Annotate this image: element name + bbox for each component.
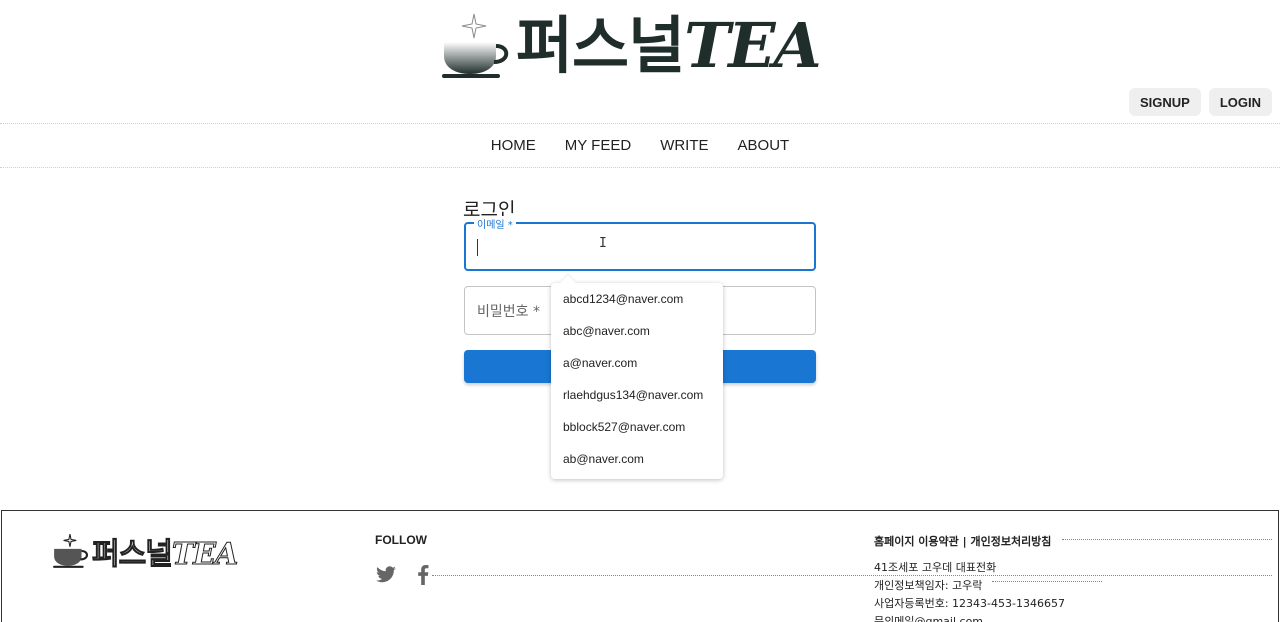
- autocomplete-option[interactable]: ab@naver.com: [551, 443, 723, 475]
- facebook-icon[interactable]: [417, 565, 429, 585]
- autocomplete-option[interactable]: a@naver.com: [551, 347, 723, 379]
- autocomplete-option[interactable]: abcd1234@naver.com: [551, 283, 723, 315]
- footer-divider: [992, 581, 1102, 582]
- logo-latin: TEA: [684, 9, 821, 82]
- site-logo[interactable]: 퍼스널TEA: [440, 10, 822, 82]
- text-caret: [477, 239, 478, 256]
- teacup-icon: [442, 13, 509, 78]
- nav-my-feed[interactable]: MY FEED: [565, 137, 631, 154]
- footer-logo-latin: TEA: [171, 537, 238, 573]
- logo-wordmark: 퍼스널TEA: [516, 15, 822, 77]
- company-info-line: 개인정보책임자: 고우락: [874, 579, 983, 592]
- main-nav: HOME MY FEED WRITE ABOUT: [0, 123, 1280, 168]
- password-placeholder: 비밀번호 *: [477, 304, 540, 320]
- footer-logo[interactable]: 퍼스널TEA: [52, 529, 239, 573]
- login-button[interactable]: LOGIN: [1208, 88, 1272, 116]
- nav-write[interactable]: WRITE: [660, 137, 708, 154]
- twitter-icon[interactable]: [375, 566, 397, 584]
- nav-about[interactable]: ABOUT: [738, 137, 790, 154]
- company-info-line: 사업자등록번호: 12343-453-1346657: [874, 597, 1065, 610]
- follow-label: FOLLOW: [375, 533, 427, 547]
- nav-home[interactable]: HOME: [491, 137, 536, 154]
- company-info-line: 문의메일@gmail.com: [874, 615, 984, 622]
- email-label: 이메일 *: [474, 216, 516, 231]
- auth-buttons: SIGNUP LOGIN: [1128, 88, 1272, 116]
- text-cursor-icon: I: [599, 236, 607, 251]
- signup-button[interactable]: SIGNUP: [1128, 88, 1201, 116]
- footer-logo-korean: 퍼스널: [92, 537, 174, 573]
- email-input[interactable]: [466, 224, 814, 269]
- footer-divider: [432, 575, 1272, 576]
- autocomplete-option[interactable]: bblock527@naver.com: [551, 411, 723, 443]
- autocomplete-option[interactable]: abc@naver.com: [551, 315, 723, 347]
- footer-logo-wordmark: 퍼스널TEA: [92, 529, 239, 573]
- social-links: [375, 565, 429, 585]
- email-field[interactable]: 이메일 * I: [464, 216, 816, 271]
- email-autocomplete-dropdown: abcd1234@naver.com abc@naver.com a@naver…: [551, 283, 723, 479]
- footer-divider: [1062, 539, 1272, 540]
- footer-links[interactable]: 홈페이지 이용약관 | 개인정보처리방침: [874, 533, 1051, 549]
- autocomplete-option[interactable]: rlaehdgus134@naver.com: [551, 379, 723, 411]
- logo-korean: 퍼스널: [516, 9, 685, 82]
- teacup-icon: [53, 534, 89, 568]
- site-footer: 퍼스널TEA FOLLOW 홈페이지 이용약관 | 개인정보처리방침 41조세포…: [1, 510, 1279, 622]
- company-info-line: 41조세포 고우데 대표전화: [874, 561, 997, 574]
- company-info: 41조세포 고우데 대표전화 개인정보책임자: 고우락 사업자등록번호: 123…: [874, 559, 1065, 622]
